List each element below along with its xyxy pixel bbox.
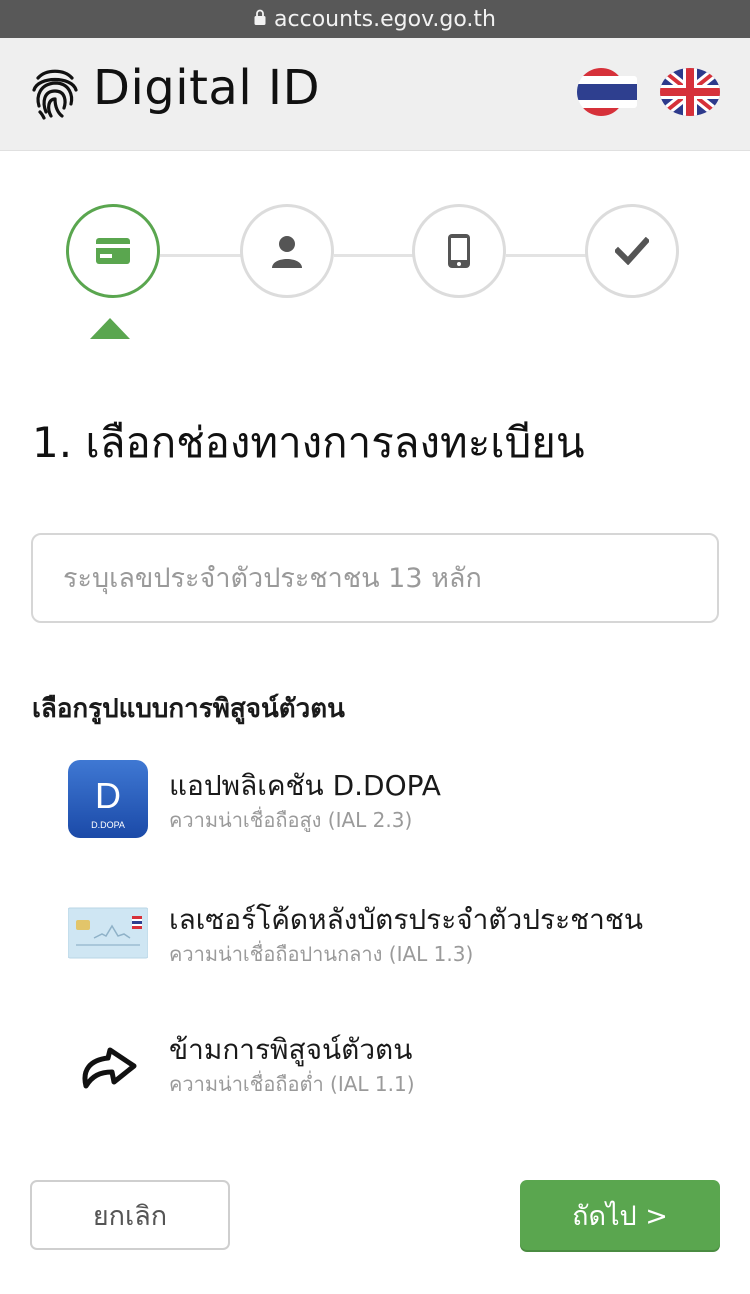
app-header: Digital ID xyxy=(0,38,750,151)
id-card-back-icon xyxy=(68,907,148,959)
option-subtitle: ความน่าเชื่อถือสูง (IAL 2.3) xyxy=(169,808,413,832)
step-1-channel xyxy=(66,204,160,298)
lock-icon xyxy=(254,9,266,25)
step-connector xyxy=(506,254,588,257)
thailand-flag-icon[interactable] xyxy=(577,68,637,116)
id-card-icon xyxy=(96,238,130,264)
fingerprint-icon xyxy=(32,69,78,120)
ddopa-icon-caption: D.DOPA xyxy=(91,820,125,830)
browser-url-bar[interactable]: accounts.egov.go.th xyxy=(0,0,750,38)
uk-flag-icon[interactable] xyxy=(660,68,720,116)
citizen-id-input[interactable] xyxy=(31,533,719,623)
ddopa-app-icon: D D.DOPA xyxy=(68,760,148,838)
step-connector xyxy=(160,254,242,257)
option-ddopa-app[interactable]: D D.DOPA แอปพลิเคชัน D.DOPA ความน่าเชื่อ… xyxy=(68,760,708,840)
next-button[interactable]: ถัดไป > xyxy=(520,1180,720,1250)
step-connector xyxy=(334,254,416,257)
share-arrow-icon xyxy=(82,1047,137,1089)
mobile-phone-icon xyxy=(448,234,470,268)
step-2-profile xyxy=(240,204,334,298)
option-title: เลเซอร์โค้ดหลังบัตรประจำตัวประชาชน xyxy=(169,903,644,936)
person-icon xyxy=(272,236,302,268)
active-step-indicator xyxy=(90,318,130,339)
option-subtitle: ความน่าเชื่อถือปานกลาง (IAL 1.3) xyxy=(169,942,474,966)
url-text: accounts.egov.go.th xyxy=(274,6,496,32)
step-3-mobile xyxy=(412,204,506,298)
checkmark-icon xyxy=(615,237,649,265)
option-skip-verification[interactable]: ข้ามการพิสูจน์ตัวตน ความน่าเชื่อถือต่ำ (… xyxy=(68,1024,708,1104)
option-title: แอปพลิเคชัน D.DOPA xyxy=(169,769,441,802)
registration-stepper xyxy=(0,200,750,350)
app-title: Digital ID xyxy=(93,60,321,116)
option-laser-code[interactable]: เลเซอร์โค้ดหลังบัตรประจำตัวประชาชน ความน… xyxy=(68,894,708,974)
ddopa-icon-letter: D xyxy=(95,775,121,816)
step-4-complete xyxy=(585,204,679,298)
page-title: 1. เลือกช่องทางการลงทะเบียน xyxy=(32,418,585,467)
cancel-button[interactable]: ยกเลิก xyxy=(30,1180,230,1250)
verification-method-label: เลือกรูปแบบการพิสูจน์ตัวตน xyxy=(32,694,345,724)
option-title: ข้ามการพิสูจน์ตัวตน xyxy=(169,1033,413,1066)
option-subtitle: ความน่าเชื่อถือต่ำ (IAL 1.1) xyxy=(169,1072,415,1096)
